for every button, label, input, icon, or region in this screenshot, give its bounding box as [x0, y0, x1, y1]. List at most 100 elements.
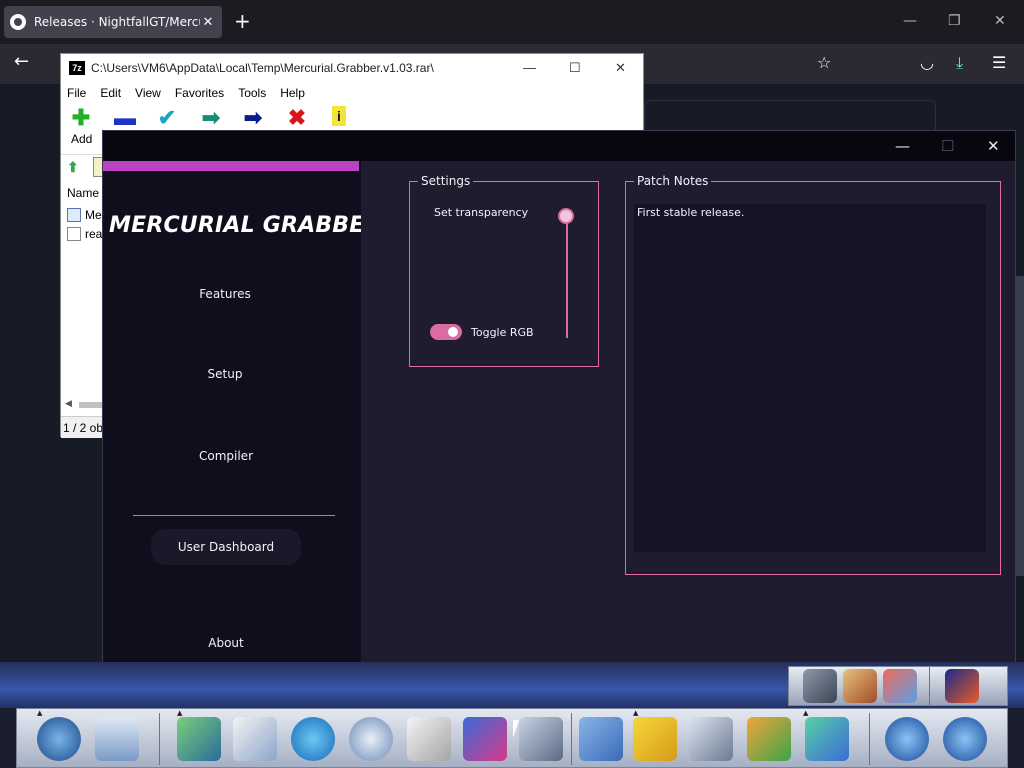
weather-icon[interactable]: [633, 717, 677, 761]
download-icon[interactable]: ⤓: [956, 53, 963, 73]
pocket-icon[interactable]: ◡: [920, 53, 934, 73]
search-icon[interactable]: [349, 717, 393, 761]
7zip-maximize-button[interactable]: ☐: [569, 60, 581, 76]
menu-file[interactable]: File: [67, 86, 86, 100]
menu-favorites[interactable]: Favorites: [175, 86, 224, 100]
keys-icon[interactable]: [37, 717, 81, 761]
dock-separator: [159, 713, 160, 765]
indicator-icon: ▲: [37, 709, 43, 717]
trash-icon[interactable]: [95, 717, 139, 761]
menu-tools[interactable]: Tools: [238, 86, 266, 100]
nav-about[interactable]: About: [104, 636, 348, 650]
menu-help[interactable]: Help: [280, 86, 305, 100]
indicator-icon: ▲: [803, 709, 809, 717]
browser-tab[interactable]: Releases · NightfallGT/Mercurial ✕: [4, 6, 222, 38]
add-icon[interactable]: ✚: [69, 106, 93, 130]
transparency-label: Set transparency: [434, 206, 529, 219]
indicator-icon: ▲: [177, 709, 183, 717]
indicator-icon: ▲: [633, 709, 639, 717]
mail-icon[interactable]: [233, 717, 277, 761]
file-row[interactable]: rea: [67, 227, 102, 241]
folder-clock-icon[interactable]: [579, 717, 623, 761]
browser-minimize-button[interactable]: —: [903, 12, 917, 30]
app-close-button[interactable]: ✕: [987, 137, 1000, 155]
7zip-menu-bar: File Edit View Favorites Tools Help: [61, 82, 643, 104]
drive-icon[interactable]: [519, 717, 563, 761]
media-app-icon[interactable]: [945, 669, 979, 703]
settings-title: Settings: [418, 174, 474, 188]
scroll-left-icon[interactable]: ◀: [65, 398, 72, 409]
mouse-cursor: [513, 720, 519, 738]
app-logo: MERCURIAL GRABBER: [109, 213, 382, 238]
file-row[interactable]: Me: [67, 208, 102, 222]
dock-separator: [571, 713, 572, 765]
patch-notes-text[interactable]: First stable release.: [634, 204, 986, 552]
menu-edit[interactable]: Edit: [100, 86, 121, 100]
transparency-slider-handle[interactable]: [558, 208, 574, 224]
patch-notes-title: Patch Notes: [634, 174, 712, 188]
move-icon[interactable]: ➡: [241, 106, 265, 130]
nav-setup[interactable]: Setup: [103, 367, 347, 381]
sidebar-accent-bar: [103, 161, 359, 171]
transparency-slider[interactable]: [566, 216, 568, 338]
add-label[interactable]: Add: [71, 132, 92, 146]
app-maximize-button[interactable]: ☐: [941, 137, 954, 155]
logout-icon[interactable]: [885, 717, 929, 761]
cube-icon[interactable]: [463, 717, 507, 761]
rgb-toggle[interactable]: [430, 324, 462, 340]
upper-dock: [788, 666, 1008, 706]
7zip-logo: 7z: [69, 61, 85, 75]
dock-separator: [869, 713, 870, 765]
app-content: Settings Set transparency Toggle RGB Pat…: [361, 161, 1015, 663]
7zip-title: C:\Users\VM6\AppData\Local\Temp\Mercuria…: [91, 61, 434, 75]
app-title-bar: — ☐ ✕: [103, 131, 1015, 161]
browser-close-button[interactable]: ✕: [994, 12, 1006, 30]
computer-icon[interactable]: [177, 717, 221, 761]
mercurial-grabber-window: — ☐ ✕ MERCURIAL GRABBER Features Setup C…: [102, 130, 1016, 663]
sidebar-divider: [133, 515, 335, 516]
column-name-header[interactable]: Name: [67, 186, 99, 200]
7zip-title-bar: 7z C:\Users\VM6\AppData\Local\Temp\Mercu…: [61, 54, 643, 82]
rtf-document-icon[interactable]: [407, 717, 451, 761]
7zip-close-button[interactable]: ✕: [615, 60, 626, 76]
power-icon[interactable]: [943, 717, 987, 761]
rgb-toggle-label: Toggle RGB: [471, 326, 534, 339]
star-icon[interactable]: ☆: [817, 53, 831, 73]
github-icon: [10, 14, 26, 30]
up-folder-icon[interactable]: ⬆: [67, 159, 83, 175]
file-name: rea: [85, 227, 103, 241]
extract-icon[interactable]: ▬: [113, 106, 137, 130]
file-name: Me: [85, 208, 102, 222]
copy-icon[interactable]: ➡: [199, 106, 223, 130]
patch-notes-group: Patch Notes First stable release.: [625, 174, 1001, 575]
dock-separator: [929, 667, 930, 705]
close-tab-icon[interactable]: ✕: [200, 15, 216, 30]
video-icon[interactable]: [747, 717, 791, 761]
back-button[interactable]: ←: [14, 52, 29, 72]
browser-tab-bar: Releases · NightfallGT/Mercurial ✕ + — ❐…: [0, 0, 1024, 44]
menu-view[interactable]: View: [135, 86, 161, 100]
nav-compiler[interactable]: Compiler: [104, 449, 348, 463]
exe-file-icon: [67, 208, 81, 222]
app-minimize-button[interactable]: —: [895, 137, 910, 155]
7zip-minimize-button[interactable]: —: [523, 60, 536, 75]
music-icon[interactable]: [689, 717, 733, 761]
menu-icon[interactable]: ☰: [992, 53, 1006, 73]
paint-icon[interactable]: [843, 669, 877, 703]
tab-title: Releases · NightfallGT/Mercurial: [34, 15, 200, 29]
browser-restore-button[interactable]: ❐: [948, 12, 961, 30]
page-scrollbar[interactable]: [1016, 276, 1024, 576]
nav-user-dashboard[interactable]: User Dashboard: [151, 529, 301, 565]
paint-program-icon[interactable]: [805, 717, 849, 761]
horizontal-scrollbar[interactable]: ◀: [61, 398, 105, 410]
test-icon[interactable]: ✔: [155, 106, 179, 130]
tools-icon[interactable]: [803, 669, 837, 703]
new-tab-button[interactable]: +: [234, 11, 251, 31]
info-icon[interactable]: i: [332, 106, 346, 126]
nav-features[interactable]: Features: [103, 287, 347, 301]
internet-explorer-icon[interactable]: [291, 717, 335, 761]
photo-icon[interactable]: [883, 669, 917, 703]
text-file-icon: [67, 227, 81, 241]
taskbar-dock: ▲ ▲ ▲ ▲: [16, 708, 1008, 768]
delete-icon[interactable]: ✖: [285, 106, 309, 130]
